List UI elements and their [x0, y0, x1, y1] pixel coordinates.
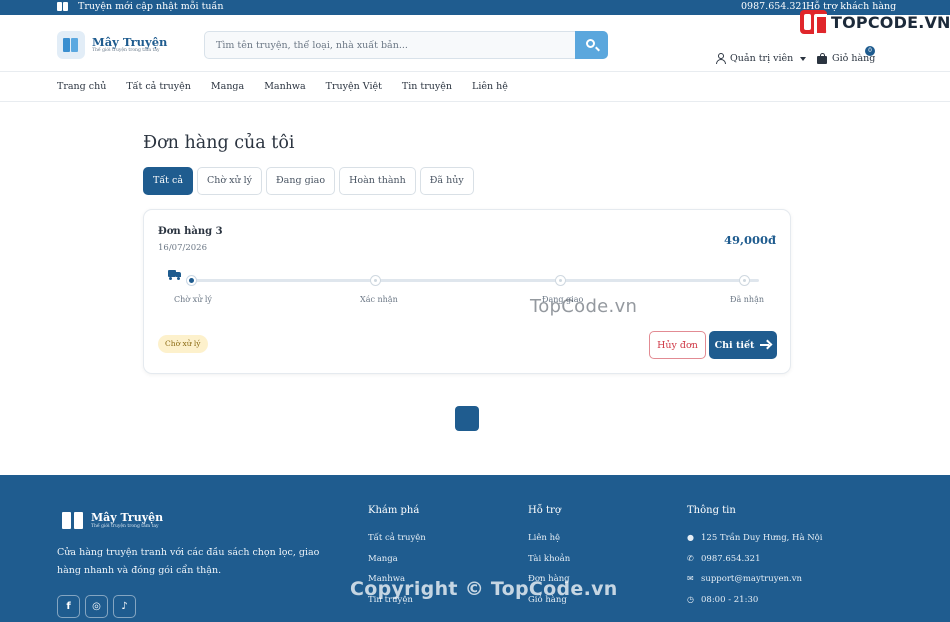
footer-link-all-stories[interactable]: Tất cả truyện	[368, 528, 426, 549]
footer-description: Cửa hàng truyện tranh với các đầu sách c…	[57, 547, 320, 576]
center-watermark: TopCode.vn	[530, 296, 638, 317]
search-button[interactable]	[575, 31, 608, 59]
order-date: 16/07/2026	[158, 243, 207, 253]
nav-item-manga[interactable]: Manga	[211, 81, 244, 92]
facebook-icon[interactable]: f	[57, 595, 80, 618]
map-pin-icon: ●	[687, 533, 694, 542]
footer-address: ● 125 Trần Duy Hưng, Hà Nội	[687, 528, 823, 549]
footer-info-column: Thông tin ● 125 Trần Duy Hưng, Hà Nội ✆ 09…	[687, 505, 823, 610]
nav-item-contact[interactable]: Liên hệ	[472, 81, 508, 92]
step-dot-confirmed	[370, 275, 381, 286]
phone-text: 0987.654.321	[701, 553, 761, 564]
envelope-icon: ✉	[687, 574, 694, 583]
status-badge: Chờ xử lý	[158, 335, 208, 353]
social-links: f ◎ ♪	[57, 595, 136, 618]
search-icon	[586, 39, 595, 48]
brand-name: Mây Truyện	[92, 35, 168, 49]
shopping-bag-icon	[817, 53, 827, 64]
tab-completed[interactable]: Hoàn thành	[339, 167, 416, 195]
email-text: support@maytruyen.vn	[701, 574, 802, 584]
brand-logo[interactable]: Mây Truyện Thế giới truyện trong tầm tay	[57, 31, 167, 59]
nav-item-home[interactable]: Trang chủ	[57, 81, 106, 92]
book-logo-icon	[57, 31, 85, 59]
cancel-order-button[interactable]: Hủy đơn	[649, 331, 706, 359]
promo-text: Truyện mới cập nhật mỗi tuần	[78, 1, 224, 12]
chevron-down-icon	[800, 56, 807, 61]
footer-explore-title: Khám phá	[368, 505, 420, 516]
footer-phone[interactable]: ✆ 0987.654.321	[687, 549, 823, 570]
tab-cancelled[interactable]: Đã hủy	[419, 167, 474, 195]
instagram-icon[interactable]: ◎	[85, 595, 108, 618]
site-header: Mây Truyện Thế giới truyện trong tầm tay…	[0, 15, 950, 72]
nav-item-news[interactable]: Tin truyện	[402, 81, 452, 92]
footer-brand-tagline: Thế giới truyện trong tầm tay	[91, 524, 159, 529]
search-bar	[204, 31, 608, 59]
order-status-tabs: Tất cả Chờ xử lý Đang giao Hoàn thành Đã…	[143, 167, 474, 195]
step-dot-received	[739, 275, 750, 286]
nav-item-manhwa[interactable]: Manhwa	[264, 81, 305, 92]
book-icon	[57, 2, 68, 11]
step-label-received: Đã nhận	[730, 295, 764, 304]
order-name: Đơn hàng 3	[158, 226, 223, 237]
order-card: Đơn hàng 3 16/07/2026 49,000đ Chờ xử lý …	[143, 209, 791, 374]
progress-track	[191, 279, 759, 282]
step-dot-pending	[186, 275, 197, 286]
hours-text: 08:00 - 21:30	[701, 594, 759, 605]
address-text: 125 Trần Duy Hưng, Hà Nội	[701, 533, 823, 543]
step-label-confirmed: Xác nhận	[360, 295, 398, 304]
clock-icon: ◷	[687, 594, 694, 604]
tab-shipping[interactable]: Đang giao	[266, 167, 336, 195]
user-icon	[716, 53, 726, 64]
hotline-phone[interactable]: 0987.654.321	[741, 1, 807, 12]
order-detail-button[interactable]: Chi tiết	[709, 331, 777, 359]
footer-email[interactable]: ✉ support@maytruyen.vn	[687, 569, 823, 590]
phone-icon: ✆	[687, 553, 694, 563]
footer-help-title: Hỗ trợ	[528, 505, 561, 516]
tiktok-icon[interactable]: ♪	[113, 595, 136, 618]
account-menu[interactable]: Quản trị viên	[716, 53, 807, 64]
truck-icon	[168, 270, 181, 280]
footer-hours: ◷ 08:00 - 21:30	[687, 590, 823, 611]
cart-button[interactable]: Giỏ hàng 0	[817, 46, 875, 64]
book-logo-icon	[62, 512, 84, 530]
footer-brand-name: Mây Truyện	[91, 511, 164, 524]
account-label: Quản trị viên	[730, 53, 794, 64]
step-label-pending: Chờ xử lý	[174, 295, 212, 304]
pagination-page-button[interactable]	[455, 406, 479, 431]
footer-link-account[interactable]: Tài khoản	[528, 549, 570, 570]
page-title: Đơn hàng của tôi	[143, 133, 295, 153]
tab-pending[interactable]: Chờ xử lý	[196, 167, 263, 195]
tab-all[interactable]: Tất cả	[143, 167, 193, 195]
step-dot-shipping	[555, 275, 566, 286]
brand-tagline: Thế giới truyện trong tầm tay	[92, 48, 160, 53]
footer-info-title: Thông tin	[687, 505, 736, 516]
order-total: 49,000đ	[723, 233, 776, 247]
main-nav: Trang chủ Tất cả truyện Manga Manhwa Tru…	[57, 81, 528, 92]
nav-item-vietnamese[interactable]: Truyện Việt	[326, 81, 382, 92]
footer-link-contact[interactable]: Liên hệ	[528, 528, 570, 549]
search-input[interactable]	[205, 32, 575, 58]
footer-brand[interactable]: Mây Truyện Thế giới truyện trong tầm tay	[62, 512, 163, 530]
nav-divider	[0, 101, 950, 102]
footer-link-manga[interactable]: Manga	[368, 549, 426, 570]
nav-item-all-stories[interactable]: Tất cả truyện	[126, 81, 191, 92]
order-detail-label: Chi tiết	[714, 339, 755, 351]
promo-message: Truyện mới cập nhật mỗi tuần	[57, 1, 224, 12]
arrow-right-icon	[760, 340, 771, 350]
site-footer: Mây Truyện Thế giới truyện trong tầm tay…	[0, 475, 950, 622]
copyright-watermark: Copyright © TopCode.vn	[350, 578, 618, 600]
cart-count-badge: 0	[865, 46, 875, 56]
